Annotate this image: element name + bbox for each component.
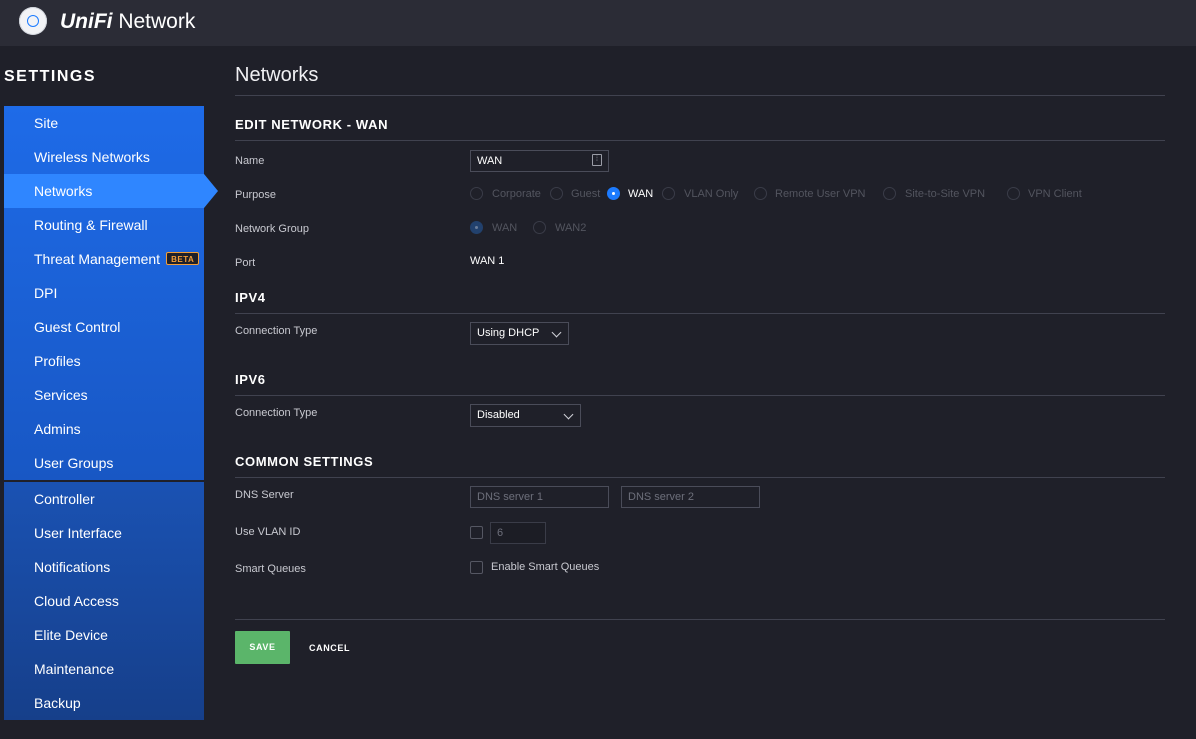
- divider: [235, 395, 1165, 396]
- purpose-radio-guest[interactable]: [550, 187, 563, 200]
- divider: [235, 619, 1165, 620]
- sidebar-item-notifications[interactable]: Notifications: [4, 550, 204, 584]
- purpose-radio-corporate[interactable]: [470, 187, 483, 200]
- sidebar-item-controller[interactable]: Controller: [4, 482, 204, 516]
- use-vlan-id-label: Use VLAN ID: [235, 526, 301, 538]
- network-group-radio-wan2[interactable]: [533, 221, 546, 234]
- smart-queues-label: Smart Queues: [235, 563, 306, 575]
- sidebar-item-guest-control[interactable]: Guest Control: [4, 310, 204, 344]
- purpose-radio-vpn-client[interactable]: [1007, 187, 1020, 200]
- beta-badge: BETA: [166, 252, 200, 265]
- purpose-radio-site-to-site-vpn[interactable]: [883, 187, 896, 200]
- sidebar-item-cloud-access[interactable]: Cloud Access: [4, 584, 204, 618]
- purpose-option-wan: WAN: [628, 188, 654, 200]
- section-title-common-settings: COMMON SETTINGS: [235, 454, 374, 469]
- section-title-edit-network: EDIT NETWORK - WAN: [235, 117, 389, 132]
- sidebar-item-routing-firewall[interactable]: Routing & Firewall: [4, 208, 204, 242]
- sidebar-item-site[interactable]: Site: [4, 106, 204, 140]
- purpose-radio-wan[interactable]: [607, 187, 620, 200]
- unifi-logo-icon[interactable]: [19, 7, 47, 35]
- ipv4-connection-type-select[interactable]: Using DHCP: [470, 322, 569, 345]
- keypad-icon: ⁞: [592, 154, 602, 166]
- sidebar-item-backup[interactable]: Backup: [4, 686, 204, 720]
- ipv6-connection-type-select[interactable]: Disabled: [470, 404, 581, 427]
- cancel-button[interactable]: CANCEL: [309, 643, 350, 653]
- chevron-down-icon: [551, 327, 562, 338]
- sidebar-item-profiles[interactable]: Profiles: [4, 344, 204, 378]
- page-title: Networks: [235, 64, 319, 86]
- purpose-label: Purpose: [235, 189, 276, 201]
- port-label: Port: [235, 257, 256, 269]
- sidebar-item-dpi[interactable]: DPI: [4, 276, 204, 310]
- purpose-option-site-to-site-vpn: Site-to-Site VPN: [905, 188, 986, 200]
- purpose-option-vlan-only: VLAN Only: [684, 188, 739, 200]
- sidebar-group-controller: Controller User Interface Notifications …: [4, 482, 204, 720]
- smart-queues-checkbox[interactable]: [470, 561, 483, 574]
- use-vlan-id-checkbox[interactable]: [470, 526, 483, 539]
- purpose-option-corporate: Corporate: [492, 188, 541, 200]
- section-title-ipv4: IPV4: [235, 290, 266, 305]
- smart-queues-option-label[interactable]: Enable Smart Queues: [491, 561, 599, 573]
- ipv6-connection-type-label: Connection Type: [235, 407, 318, 419]
- network-group-radio-wan[interactable]: [470, 221, 483, 234]
- purpose-option-remote-user-vpn: Remote User VPN: [775, 188, 866, 200]
- sidebar-item-user-interface[interactable]: User Interface: [4, 516, 204, 550]
- app-brand: UniFi Network: [60, 10, 196, 33]
- sidebar-item-networks[interactable]: Networks: [4, 174, 218, 208]
- vlan-id-input[interactable]: [490, 522, 546, 544]
- sidebar-item-wireless-networks[interactable]: Wireless Networks: [4, 140, 204, 174]
- purpose-option-guest: Guest: [571, 188, 601, 200]
- name-label: Name: [235, 155, 265, 167]
- dns-server-label: DNS Server: [235, 489, 294, 501]
- top-bar: UniFi Network: [0, 0, 1196, 46]
- chevron-down-icon: [563, 409, 574, 420]
- save-button[interactable]: SAVE: [235, 631, 290, 664]
- purpose-radio-vlan-only[interactable]: [662, 187, 675, 200]
- network-group-label: Network Group: [235, 223, 309, 235]
- dns-server-1-input[interactable]: [470, 486, 609, 508]
- divider: [235, 313, 1165, 314]
- ipv4-connection-type-label: Connection Type: [235, 325, 318, 337]
- network-name-input[interactable]: [470, 150, 609, 172]
- settings-sidebar: Site Wireless Networks Networks Routing …: [4, 106, 218, 720]
- sidebar-item-user-groups[interactable]: User Groups: [4, 446, 204, 480]
- dns-server-2-input[interactable]: [621, 486, 760, 508]
- purpose-radio-remote-user-vpn[interactable]: [754, 187, 767, 200]
- sidebar-title: SETTINGS: [4, 68, 97, 85]
- sidebar-group-site: Site Wireless Networks Networks Routing …: [4, 106, 218, 480]
- divider: [235, 140, 1165, 141]
- divider: [235, 95, 1165, 96]
- divider: [235, 477, 1165, 478]
- section-title-ipv6: IPV6: [235, 372, 266, 387]
- sidebar-item-elite-device[interactable]: Elite Device: [4, 618, 204, 652]
- sidebar-item-maintenance[interactable]: Maintenance: [4, 652, 204, 686]
- sidebar-item-services[interactable]: Services: [4, 378, 204, 412]
- sidebar-item-admins[interactable]: Admins: [4, 412, 204, 446]
- purpose-option-vpn-client: VPN Client: [1028, 188, 1082, 200]
- sidebar-item-threat-management[interactable]: Threat Management BETA: [4, 242, 204, 276]
- network-group-option-wan: WAN: [492, 222, 518, 234]
- port-value: WAN 1: [470, 255, 505, 267]
- network-group-option-wan2: WAN2: [555, 222, 587, 234]
